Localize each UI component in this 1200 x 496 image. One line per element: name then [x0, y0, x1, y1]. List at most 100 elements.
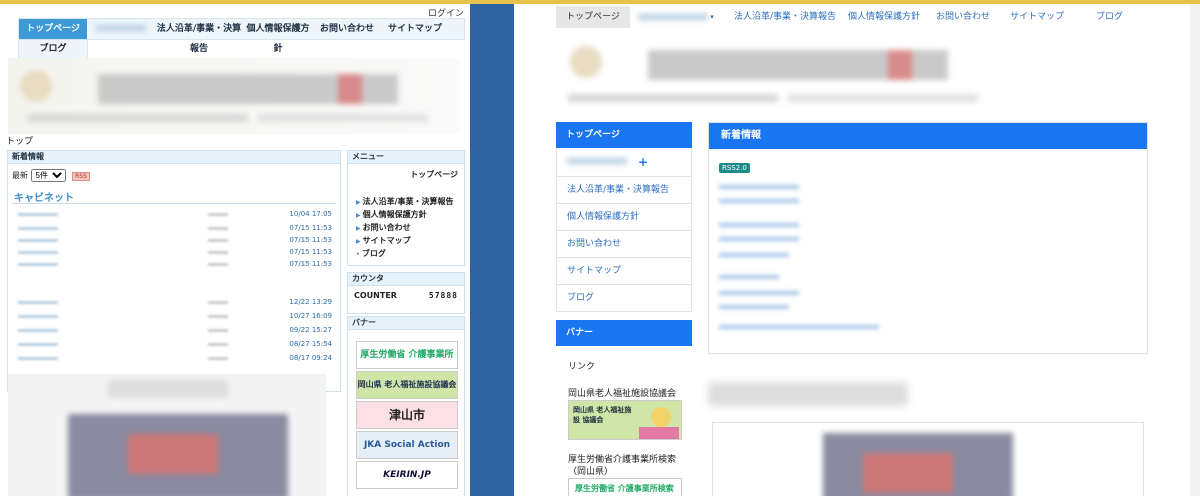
old-nav-tab-contact[interactable]: お問い合わせ	[315, 19, 379, 39]
old-nav-tab-history[interactable]: 法人沿革/事業・決算報告	[155, 19, 243, 54]
scrollbar[interactable]	[1190, 4, 1200, 496]
old-menu-item[interactable]: ▶ 法人沿革/事業・決算報告	[356, 195, 454, 208]
sidebar-item-top[interactable]: トップページ	[556, 122, 692, 148]
chevron-down-icon: ▾	[708, 13, 714, 21]
list-item[interactable]	[719, 237, 799, 241]
sidebar-item-blurred[interactable]	[556, 148, 692, 177]
new-news-box: 新着情報 RSS2.0	[708, 122, 1148, 354]
news-filter-label: 最新	[12, 171, 28, 180]
list-item[interactable]: 07/15 11:53	[8, 259, 338, 271]
new-nav-history[interactable]: 法人沿革/事業・決算報告	[734, 6, 836, 28]
counter-value: 57888	[428, 291, 458, 300]
list-item[interactable]	[719, 325, 879, 329]
banner-keirin[interactable]: KEIRIN.JP	[356, 461, 458, 489]
sidebar-item-history[interactable]: 法人沿革/事業・決算報告	[556, 177, 692, 204]
new-nav-blurred[interactable]: ▾	[638, 6, 714, 28]
plus-icon[interactable]: +	[638, 155, 648, 169]
list-item[interactable]: 08/27 15:54	[8, 339, 338, 351]
rss-badge[interactable]: RSS2.0	[719, 163, 750, 173]
rss-icon[interactable]: RSS	[72, 172, 90, 181]
list-item[interactable]: 08/17 09:24	[8, 353, 338, 365]
list-item[interactable]	[719, 223, 799, 227]
old-lower-blurred-content	[8, 374, 326, 496]
old-menu-box: メニュー トップページ ▶ 法人沿革/事業・決算報告 ▶ 個人情報保護方針 ▶ お問い…	[347, 150, 465, 266]
sidebar-item-privacy[interactable]: 個人情報保護方針	[556, 204, 692, 231]
old-menu-title: メニュー	[348, 151, 464, 164]
counter-label: COUNTER	[354, 291, 397, 300]
new-nav-contact[interactable]: お問い合わせ	[936, 6, 990, 28]
cabinet-heading: キャビネット	[14, 193, 74, 204]
blurred-photo-box	[712, 422, 1144, 496]
link-okayama[interactable]: 岡山県老人福祉施設協議会	[568, 386, 676, 399]
blurred-photo	[68, 380, 288, 496]
old-menu-item[interactable]: ▶ お問い合わせ	[356, 221, 454, 234]
banner-okayama-new[interactable]: 岡山県 老人福祉施設 協議会	[568, 400, 682, 440]
list-item[interactable]	[719, 199, 799, 203]
old-header-banner-image	[8, 58, 460, 134]
list-item[interactable]: 10/04 17:05	[8, 209, 338, 221]
new-news-title: 新着情報	[709, 123, 1147, 149]
list-item[interactable]: 09/22 15:27	[8, 325, 338, 337]
triangle-right-icon: ▶	[356, 199, 361, 206]
new-sidebar: トップページ + 法人沿革/事業・決算報告 個人情報保護方針 お問い合わせ サイ…	[556, 122, 692, 312]
list-item[interactable]: 07/15 11:53	[8, 235, 338, 247]
old-nav-tab-sitemap[interactable]: サイトマップ	[383, 19, 447, 39]
banner-kosei-new[interactable]: 厚生労働省 介護事業所検索	[568, 478, 682, 496]
divider	[12, 203, 336, 204]
new-nav-sitemap[interactable]: サイトマップ	[1010, 6, 1064, 28]
list-item[interactable]: 07/15 11:53	[8, 223, 338, 235]
old-menu-top[interactable]: トップページ	[410, 169, 458, 180]
old-counter-box: カウンタ COUNTER 57888	[347, 272, 465, 314]
new-banner-title: バナー	[556, 320, 692, 346]
old-menu-item[interactable]: ▶ サイトマップ	[356, 234, 454, 247]
sidebar-item-sitemap[interactable]: サイトマップ	[556, 258, 692, 285]
list-item[interactable]	[719, 185, 799, 189]
sidebar-item-contact[interactable]: お問い合わせ	[556, 231, 692, 258]
old-menu-item[interactable]: ▶ 個人情報保護方針	[356, 208, 454, 221]
panel-divider	[470, 4, 514, 496]
banner-kosei[interactable]: 厚生労働省 介護事業所検索	[356, 341, 458, 369]
new-site-panel: トップページ ▾ 法人沿革/事業・決算報告 個人情報保護方針 お問い合わせ サイ…	[514, 4, 1200, 496]
triangle-right-icon: ▶	[356, 225, 361, 232]
old-news-box: 新着情報 最新 5件 RSS キャビネット 10/04 17:05 07/15 …	[7, 150, 341, 392]
old-menu-list: ▶ 法人沿革/事業・決算報告 ▶ 個人情報保護方針 ▶ お問い合わせ ▶ サイトマップ …	[356, 195, 454, 260]
banner-okayama[interactable]: 岡山県 老人福祉施設協議会	[356, 371, 458, 399]
new-nav-top[interactable]: トップページ	[556, 6, 630, 28]
blurred-logo-image	[568, 46, 978, 102]
banner-tsuyama[interactable]: 津山市	[356, 401, 458, 429]
counter-row: COUNTER 57888	[354, 291, 458, 300]
link-heading: リンク	[568, 362, 596, 372]
news-count-select[interactable]: 5件	[30, 169, 66, 182]
list-item[interactable]: 07/15 11:53	[8, 247, 338, 259]
blurred-heading	[708, 382, 908, 406]
list-item[interactable]	[719, 275, 779, 279]
old-news-title: 新着情報	[8, 151, 340, 164]
old-nav-tab-privacy[interactable]: 個人情報保護方針	[245, 19, 311, 54]
new-nav-privacy[interactable]: 個人情報保護方針	[848, 6, 920, 28]
old-nav-row: トップページ 法人沿革/事業・決算報告 個人情報保護方針 お問い合わせ サイトマ…	[18, 18, 465, 54]
banner-okayama-text: 岡山県 老人福祉施設 協議会	[573, 406, 632, 424]
triangle-right-icon: ▶	[356, 238, 361, 245]
old-nav-tab-top[interactable]: トップページ	[19, 19, 87, 39]
list-item[interactable]	[719, 305, 789, 309]
old-counter-title: カウンタ	[348, 273, 464, 286]
list-item[interactable]	[719, 253, 789, 257]
banner-kosei-text: 厚生労働省 介護事業所検索	[575, 484, 674, 493]
blurred-logo-image	[20, 70, 428, 122]
new-nav-blog[interactable]: ブログ	[1096, 6, 1123, 28]
old-global-nav: トップページ 法人沿革/事業・決算報告 個人情報保護方針 お問い合わせ サイトマ…	[18, 18, 465, 59]
old-banner-box: バナー 厚生労働省 介護事業所検索 岡山県 老人福祉施設協議会 津山市 JKA …	[347, 316, 465, 496]
sidebar-item-blog[interactable]: ブログ	[556, 285, 692, 312]
list-item[interactable]: 10/27 16:09	[8, 311, 338, 323]
new-header-banner-image	[558, 34, 998, 114]
old-nav-tab-blog[interactable]: ブログ	[18, 39, 88, 59]
old-banner-title: バナー	[348, 317, 464, 330]
list-item[interactable]	[719, 291, 799, 295]
news-filter: 最新 5件 RSS	[12, 169, 90, 182]
old-menu-item[interactable]: • ブログ	[356, 247, 454, 260]
old-nav-tab-blurred[interactable]	[89, 19, 153, 39]
link-kosei[interactable]: 厚生労働省介護事業所検索 （岡山県）	[568, 454, 676, 478]
triangle-right-icon: ▶	[356, 212, 361, 219]
banner-jka[interactable]: JKA Social Action	[356, 431, 458, 459]
list-item[interactable]: 12/22 13:29	[8, 297, 338, 309]
